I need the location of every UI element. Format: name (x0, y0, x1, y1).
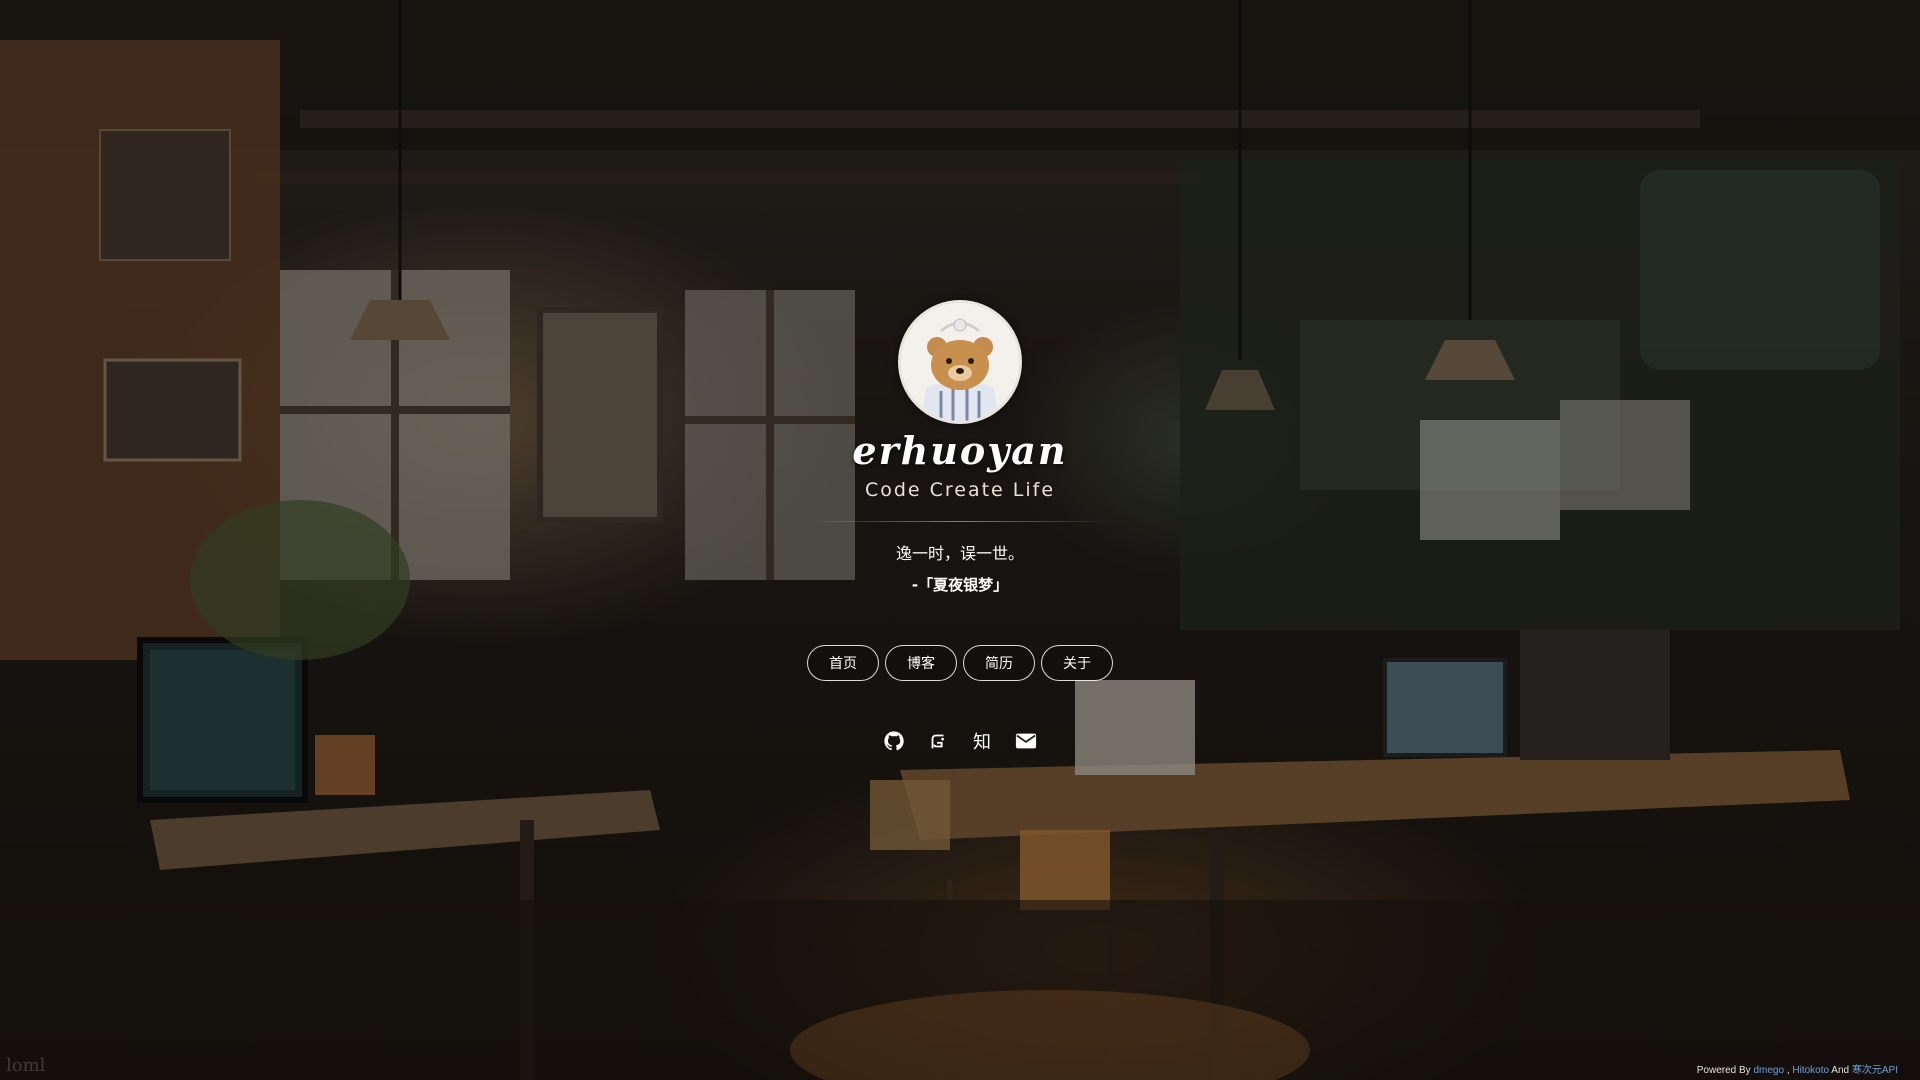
corner-watermark: loml (6, 1055, 46, 1076)
profile-panel: erhuoyan Code Create Life 逸一时，误一世。 -「夏夜银… (0, 300, 1920, 753)
zhihu-glyph: 知 (973, 732, 991, 753)
nav-home-button[interactable]: 首页 (807, 645, 879, 681)
nav-blog-button[interactable]: 博客 (885, 645, 957, 681)
hitokoto-quote: 逸一时，误一世。 (895, 544, 1024, 563)
site-name: erhuoyan (852, 428, 1068, 473)
footer-link-hitokoto[interactable]: Hitokoto (1792, 1065, 1829, 1076)
footer-separator: , (1786, 1065, 1790, 1076)
social-links: 知 (882, 729, 1038, 753)
nav-buttons: 首页 博客 简历 关于 (807, 645, 1113, 681)
bear-avatar-icon (901, 303, 1019, 421)
page-background: erhuoyan Code Create Life 逸一时，误一世。 -「夏夜银… (0, 0, 1920, 1080)
zhihu-icon[interactable]: 知 (970, 729, 994, 753)
divider (805, 521, 1115, 522)
hitokoto-source: -「夏夜银梦」 (911, 576, 1009, 594)
nav-about-button[interactable]: 关于 (1041, 645, 1113, 681)
footer-link-api[interactable]: 寒次元API (1852, 1065, 1898, 1076)
nav-resume-button[interactable]: 简历 (963, 645, 1035, 681)
github-icon[interactable] (882, 729, 906, 753)
footer-credits: Powered By dmego , Hitokoto And 寒次元API (1697, 1061, 1898, 1076)
footer-link-dmego[interactable]: dmego (1753, 1065, 1784, 1076)
gitee-icon[interactable] (926, 729, 950, 753)
avatar[interactable] (898, 300, 1022, 424)
footer-and: And (1831, 1065, 1850, 1076)
footer-prefix: Powered By (1696, 1065, 1751, 1076)
site-slogan: Code Create Life (864, 479, 1056, 501)
mail-icon[interactable] (1014, 729, 1038, 753)
